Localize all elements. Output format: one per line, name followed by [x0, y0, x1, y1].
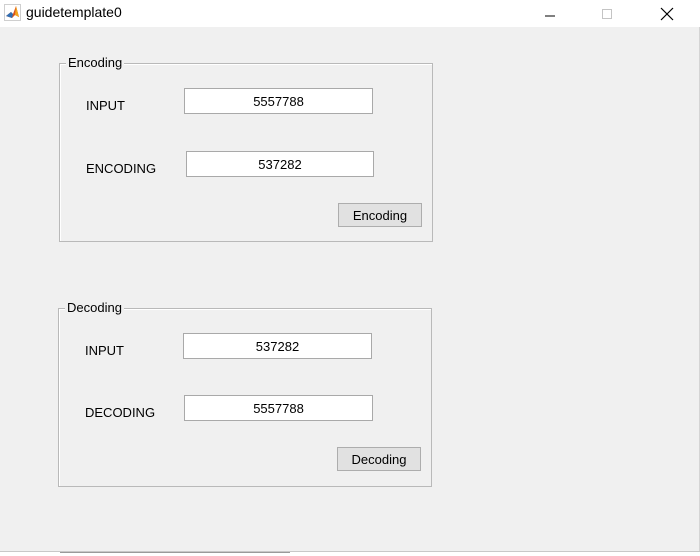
background-window-edge — [60, 552, 290, 556]
encoding-output-field[interactable] — [186, 151, 374, 177]
encoding-panel-title: Encoding — [66, 55, 125, 70]
decoding-input-field[interactable] — [183, 333, 372, 359]
close-icon — [660, 7, 674, 20]
maximize-icon — [602, 8, 612, 19]
window-title: guidetemplate0 — [26, 4, 122, 20]
decoding-output-label: DECODING — [85, 405, 156, 420]
title-bar[interactable]: guidetemplate0 — [0, 0, 700, 27]
maximize-button[interactable] — [584, 0, 630, 27]
app-window: guidetemplate0 Encoding INPUT ENCODING E… — [0, 0, 700, 556]
encoding-button[interactable]: Encoding — [338, 203, 422, 227]
matlab-icon — [4, 4, 21, 21]
minimize-button[interactable] — [527, 0, 573, 27]
close-button[interactable] — [644, 0, 690, 27]
decoding-output-field[interactable] — [184, 395, 373, 421]
decoding-input-label: INPUT — [85, 343, 124, 358]
decoding-button[interactable]: Decoding — [337, 447, 421, 471]
decoding-panel-title: Decoding — [65, 300, 124, 315]
encoding-output-label: ENCODING — [86, 161, 157, 176]
minimize-icon — [545, 15, 555, 16]
encoding-input-label: INPUT — [86, 98, 125, 113]
encoding-input-field[interactable] — [184, 88, 373, 114]
